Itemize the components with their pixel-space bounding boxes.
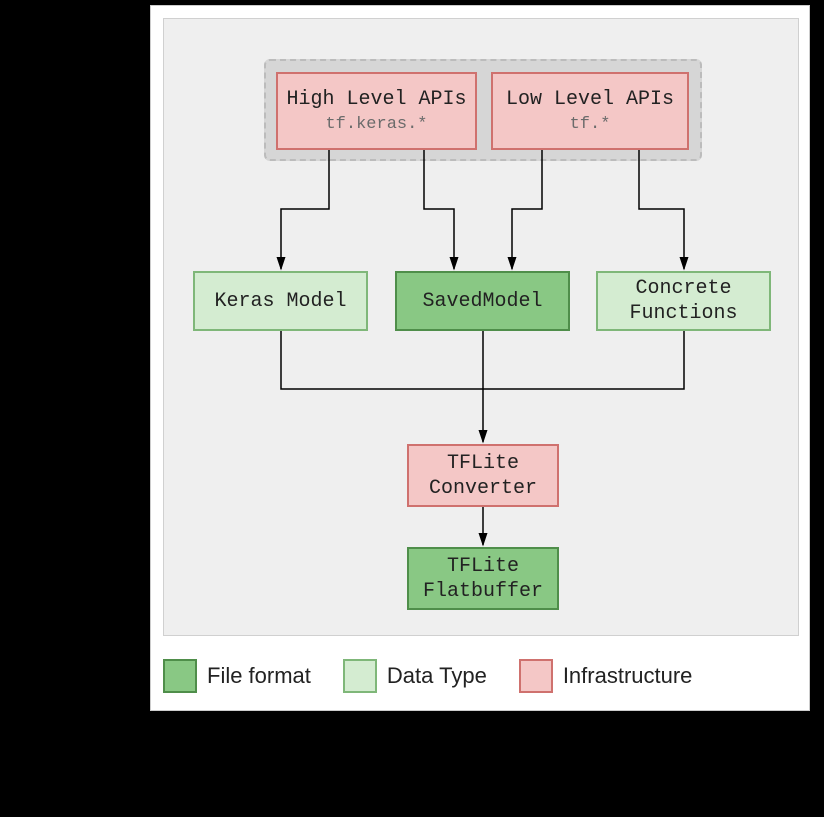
node-keras-model: Keras Model <box>193 271 368 331</box>
edge-conc-to-conv <box>483 331 684 389</box>
node-title: ConcreteFunctions <box>629 276 737 326</box>
node-title: TFLiteFlatbuffer <box>423 554 543 604</box>
node-title: Low Level APIs <box>506 87 674 112</box>
node-subtitle: tf.keras.* <box>325 114 427 135</box>
node-title: High Level APIs <box>286 87 466 112</box>
legend: File format Data Type Infrastructure <box>163 652 799 700</box>
legend-label: Infrastructure <box>563 663 693 689</box>
swatch-file-format <box>163 659 197 693</box>
node-title: SavedModel <box>422 289 542 314</box>
node-low-level-apis: Low Level APIs tf.* <box>491 72 689 150</box>
swatch-infrastructure <box>519 659 553 693</box>
edge-low-to-saved <box>512 150 542 269</box>
legend-item-data-type: Data Type <box>343 659 487 693</box>
edge-low-to-concrete <box>639 150 684 269</box>
node-title: Keras Model <box>214 289 346 314</box>
edge-high-to-keras <box>281 150 329 269</box>
edge-high-to-saved <box>424 150 454 269</box>
node-tflite-converter: TFLiteConverter <box>407 444 559 507</box>
node-subtitle: tf.* <box>570 114 611 135</box>
legend-label: File format <box>207 663 311 689</box>
node-saved-model: SavedModel <box>395 271 570 331</box>
diagram-area: High Level APIs tf.keras.* Low Level API… <box>163 18 799 636</box>
edge-keras-to-conv <box>281 331 483 389</box>
legend-item-file-format: File format <box>163 659 311 693</box>
legend-item-infrastructure: Infrastructure <box>519 659 693 693</box>
node-title: TFLiteConverter <box>429 451 537 501</box>
node-tflite-flatbuffer: TFLiteFlatbuffer <box>407 547 559 610</box>
node-concrete-functions: ConcreteFunctions <box>596 271 771 331</box>
swatch-data-type <box>343 659 377 693</box>
node-high-level-apis: High Level APIs tf.keras.* <box>276 72 477 150</box>
diagram-canvas: High Level APIs tf.keras.* Low Level API… <box>150 5 810 711</box>
legend-label: Data Type <box>387 663 487 689</box>
